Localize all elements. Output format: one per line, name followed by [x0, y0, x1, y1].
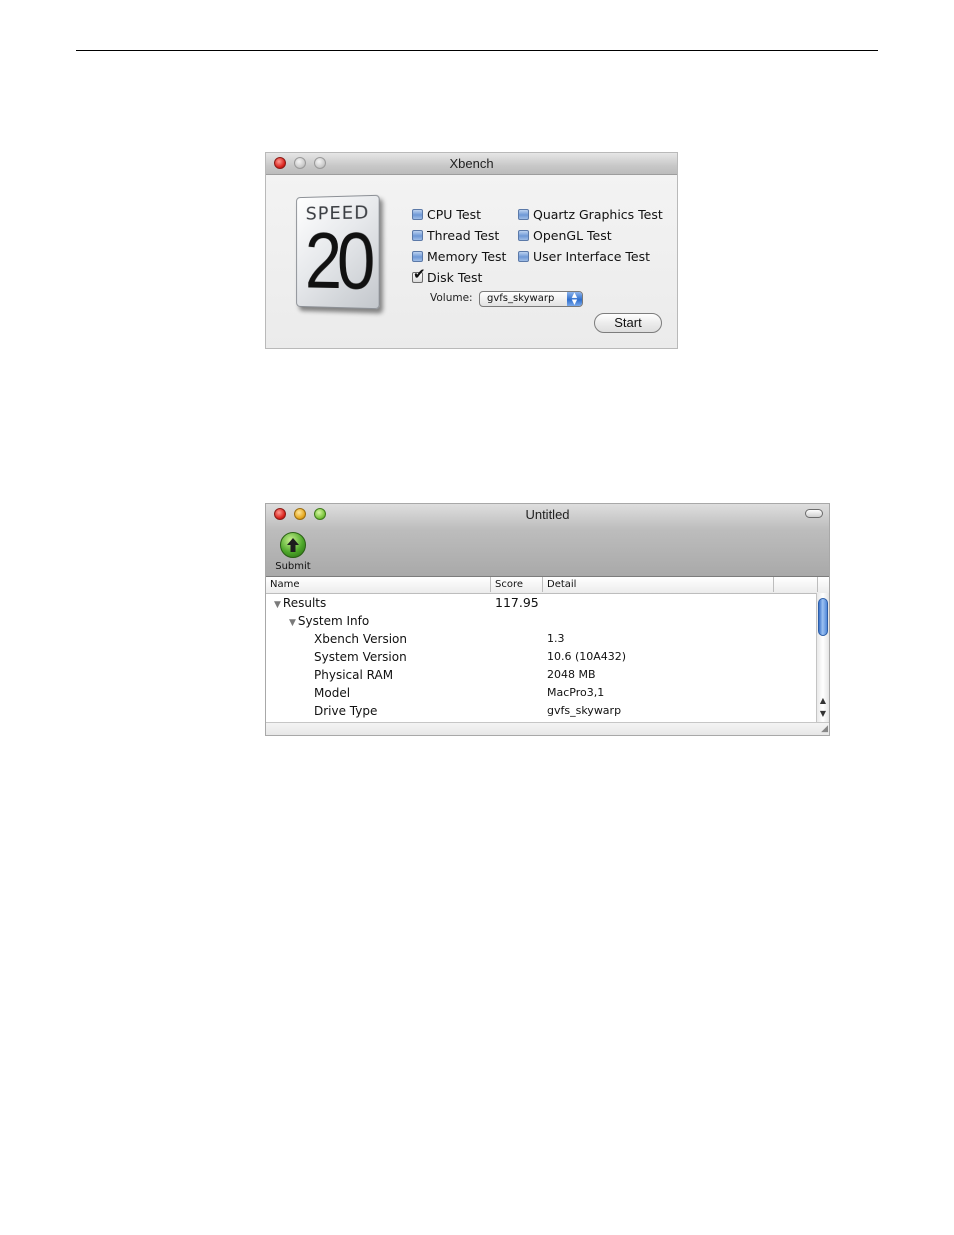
scroll-down-arrow-icon[interactable]: ▼	[817, 708, 829, 720]
disclosure-triangle-icon[interactable]: ▼	[289, 618, 296, 628]
row-name: ▼ System Info	[289, 612, 369, 632]
checkbox-unchecked-icon[interactable]	[518, 229, 529, 241]
checkbox-unchecked-icon[interactable]	[518, 208, 529, 220]
results-toolbar: Untitled Submit	[266, 504, 829, 577]
test-checkbox-label: Quartz Graphics Test	[533, 206, 663, 222]
row-score: 117.95	[495, 595, 539, 610]
row-name: Physical RAM	[314, 666, 393, 684]
table-row[interactable]: ▼ Results 117.95	[266, 594, 816, 612]
test-checkbox[interactable]: Quartz Graphics Test	[518, 205, 663, 223]
row-detail: MacPro3,1	[547, 686, 605, 699]
row-name-text: Drive Type	[314, 704, 378, 718]
page-top-rule	[76, 50, 878, 51]
row-name-text: System Info	[297, 614, 370, 628]
test-checkbox-label: Memory Test	[427, 248, 507, 264]
column-header-detail[interactable]: Detail	[543, 577, 774, 592]
xbench-window: Xbench SPEED 20 CPU Test Thread Test Memor…	[265, 152, 678, 349]
row-name-text: Physical RAM	[314, 668, 394, 682]
column-header-name[interactable]: Name	[266, 577, 491, 592]
horizontal-scrollbar[interactable]: ◢	[266, 722, 829, 735]
row-detail: gvfs_skywarp	[547, 704, 622, 717]
checkbox-unchecked-icon[interactable]	[518, 250, 529, 262]
speed-logo-number: 20	[305, 215, 371, 306]
updown-arrows-icon: ▲ ▼	[567, 292, 582, 306]
row-detail: 10.6 (10A432)	[547, 650, 627, 663]
row-name-text: Results	[282, 596, 327, 610]
row-name: Xbench Version	[314, 630, 407, 648]
checkbox-unchecked-icon[interactable]	[412, 250, 423, 262]
checkmark-icon: ✔	[413, 264, 426, 283]
table-header: Name Score Detail	[266, 577, 829, 594]
test-checkbox-label: OpenGL Test	[533, 227, 612, 243]
upload-arrow-icon	[280, 532, 306, 558]
vertical-scrollbar[interactable]: ▲ ▼	[816, 593, 829, 723]
test-checkbox-label: Thread Test	[427, 227, 500, 243]
test-checkbox[interactable]: Memory Test	[412, 247, 506, 265]
test-checkbox[interactable]: CPU Test	[412, 205, 481, 223]
results-outline: ▼ Results 117.95 ▼ System Info Xbench Version…	[266, 594, 816, 720]
column-header-score[interactable]: Score	[491, 577, 543, 592]
submit-label: Submit	[275, 561, 311, 572]
results-window: Untitled Submit Name Score Detail ▼ Resul…	[265, 503, 830, 736]
table-row[interactable]: System Version 10.6 (10A432)	[266, 648, 816, 666]
toolbar-toggle-button[interactable]	[805, 509, 823, 518]
volume-select[interactable]: gvfs_skywarp ▲ ▼	[479, 291, 583, 307]
column-header-extra	[774, 577, 818, 592]
row-name: Model	[314, 684, 350, 702]
volume-select-value: gvfs_skywarp	[487, 293, 555, 304]
submit-button[interactable]: Submit	[274, 532, 312, 574]
table-row[interactable]: Xbench Version 1.3	[266, 630, 816, 648]
start-button[interactable]: Start	[594, 313, 662, 333]
test-checkbox[interactable]: OpenGL Test	[518, 226, 612, 244]
row-name: Drive Type	[314, 702, 377, 720]
row-name: ▼ Results	[274, 594, 326, 614]
volume-label: Volume:	[430, 292, 473, 304]
disclosure-triangle-icon[interactable]: ▼	[274, 600, 281, 610]
results-window-title: Untitled	[525, 507, 570, 522]
row-detail: 2048 MB	[547, 668, 596, 681]
table-row[interactable]: Model MacPro3,1	[266, 684, 816, 702]
table-row[interactable]: ▼ System Info	[266, 612, 816, 630]
row-name-text: Xbench Version	[314, 632, 407, 646]
resize-grip-icon[interactable]: ◢	[821, 724, 828, 734]
xbench-window-title: Xbench	[449, 156, 494, 171]
test-checkbox-label: Disk Test	[427, 269, 483, 285]
table-row[interactable]: Physical RAM 2048 MB	[266, 666, 816, 684]
scroll-thumb[interactable]	[818, 598, 828, 636]
row-detail: 1.3	[547, 632, 565, 645]
row-name-text: Model	[314, 686, 351, 700]
test-checkbox[interactable]: ✔ Disk Test	[412, 266, 483, 286]
table-row[interactable]: Drive Type gvfs_skywarp	[266, 702, 816, 720]
test-checkbox-label: User Interface Test	[533, 248, 651, 264]
checkbox-checked-icon[interactable]: ✔	[412, 266, 426, 283]
row-name: System Version	[314, 648, 407, 666]
test-checkbox[interactable]: Thread Test	[412, 226, 499, 244]
row-name-text: System Version	[314, 650, 407, 664]
test-checkbox[interactable]: User Interface Test	[518, 247, 650, 265]
checkbox-unchecked-icon[interactable]	[412, 229, 423, 241]
checkbox-unchecked-icon[interactable]	[412, 208, 423, 220]
speed-logo: SPEED 20	[296, 194, 380, 310]
xbench-titlebar[interactable]: Xbench	[266, 153, 677, 175]
test-checkbox-label: CPU Test	[427, 206, 482, 222]
scroll-up-arrow-icon[interactable]: ▲	[817, 695, 829, 707]
